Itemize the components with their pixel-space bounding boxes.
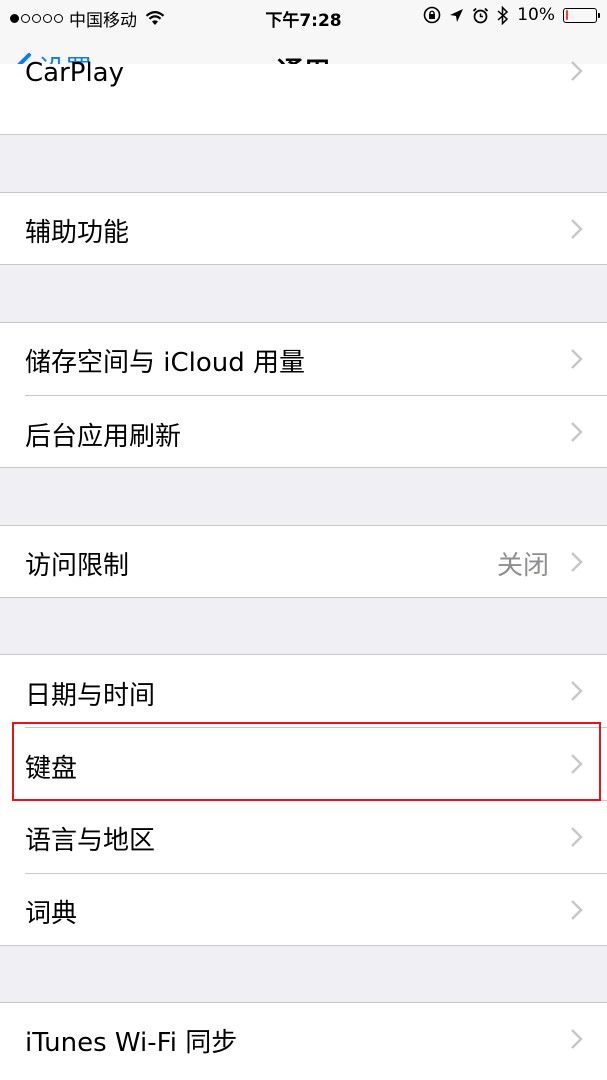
chevron-right-icon xyxy=(571,61,583,81)
chevron-right-icon xyxy=(571,219,583,239)
settings-row-restrictions[interactable]: 访问限制 关闭 xyxy=(0,525,607,598)
chevron-right-icon xyxy=(571,754,583,774)
settings-row-date-time[interactable]: 日期与时间 xyxy=(0,655,607,727)
row-label: CarPlay xyxy=(25,58,124,88)
settings-row-accessibility[interactable]: 辅助功能 xyxy=(0,192,607,265)
settings-group-storage: 储存空间与 iCloud 用量 后台应用刷新 xyxy=(0,322,607,468)
bluetooth-icon xyxy=(497,5,509,25)
battery-icon xyxy=(563,7,600,23)
chevron-right-icon xyxy=(571,552,583,572)
chevron-right-icon xyxy=(571,422,583,442)
row-label: 访问限制 xyxy=(25,551,130,581)
settings-row-language-region[interactable]: 语言与地区 xyxy=(0,801,607,873)
settings-row-background-refresh[interactable]: 后台应用刷新 xyxy=(0,396,607,468)
row-label: 词典 xyxy=(25,899,78,929)
alarm-icon xyxy=(472,7,489,24)
location-icon xyxy=(449,8,464,23)
settings-row-carplay[interactable]: CarPlay xyxy=(0,58,607,135)
settings-row-dictionary[interactable]: 词典 xyxy=(0,874,607,946)
battery-level-fill xyxy=(565,10,569,20)
chevron-right-icon xyxy=(571,1029,583,1049)
chevron-right-icon xyxy=(571,349,583,369)
status-bar: 中国移动 下午7:28 10% xyxy=(0,0,607,34)
settings-row-itunes-wifi-sync[interactable]: iTunes Wi-Fi 同步 xyxy=(0,1002,607,1080)
settings-row-keyboard[interactable]: 键盘 xyxy=(0,728,607,800)
settings-group-international: 日期与时间 键盘 语言与地区 词典 xyxy=(0,654,607,946)
settings-row-storage[interactable]: 储存空间与 iCloud 用量 xyxy=(0,323,607,395)
row-label: 储存空间与 iCloud 用量 xyxy=(25,348,306,378)
row-label: 辅助功能 xyxy=(25,218,130,248)
row-label: 键盘 xyxy=(25,754,78,784)
chevron-right-icon xyxy=(571,681,583,701)
chevron-right-icon xyxy=(571,827,583,847)
row-label: 日期与时间 xyxy=(25,681,156,711)
restrictions-value: 关闭 xyxy=(496,551,549,581)
row-label: 后台应用刷新 xyxy=(25,422,182,452)
row-label: 语言与地区 xyxy=(25,826,156,856)
orientation-lock-icon xyxy=(423,6,441,24)
chevron-right-icon xyxy=(571,900,583,920)
row-label: iTunes Wi-Fi 同步 xyxy=(25,1028,238,1058)
battery-percent: 10% xyxy=(517,5,555,25)
